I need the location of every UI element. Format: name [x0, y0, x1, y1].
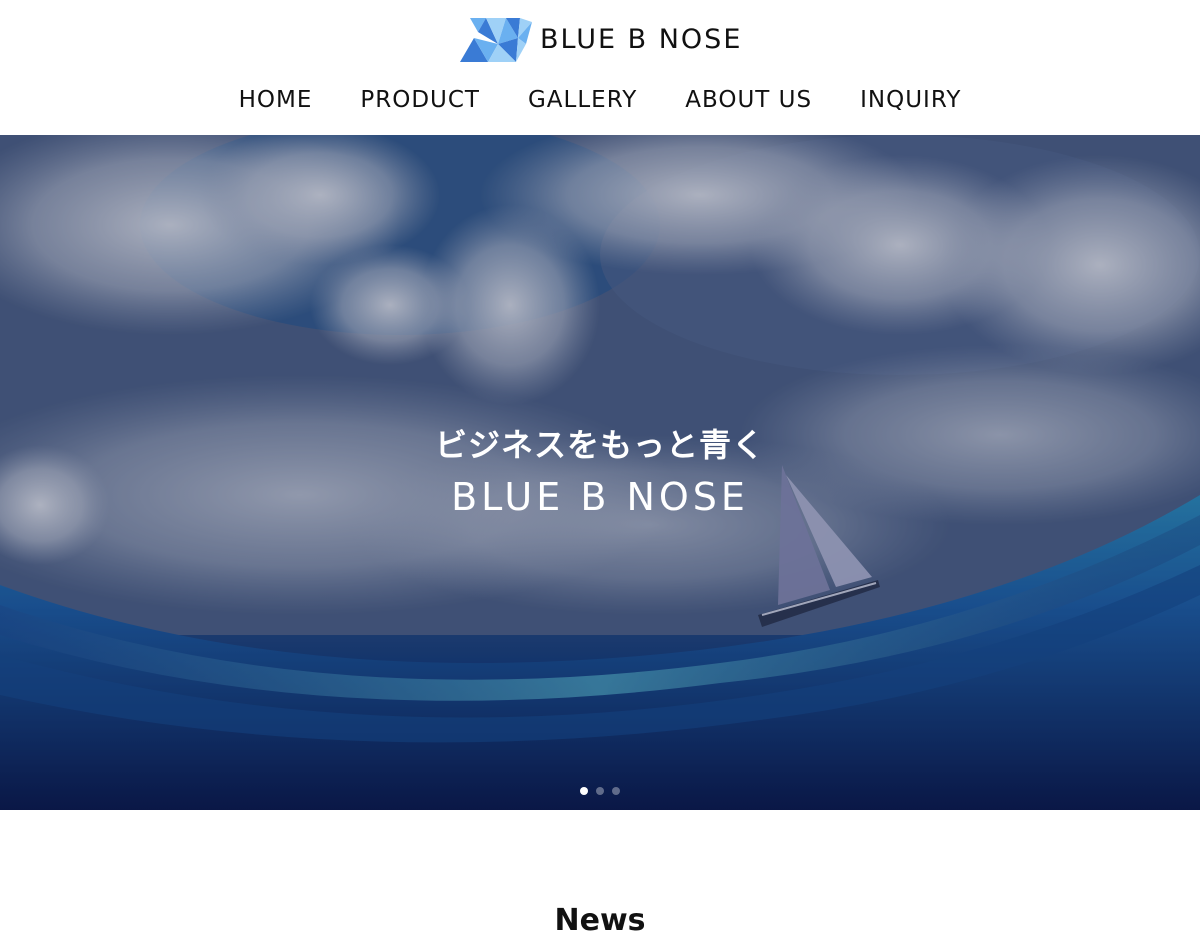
slider-dot-2[interactable]	[596, 787, 604, 795]
hero-overlay	[0, 135, 1200, 810]
nav-item-gallery[interactable]: GALLERY	[528, 87, 637, 113]
slider-dot-3[interactable]	[612, 787, 620, 795]
nav-item-about-us[interactable]: ABOUT US	[685, 87, 812, 113]
hero-tagline: ビジネスをもっと青く	[434, 426, 765, 464]
main-nav: HOME PRODUCT GALLERY ABOUT US INQUIRY	[0, 80, 1200, 120]
nav-item-product[interactable]: PRODUCT	[360, 87, 480, 113]
slider-dots	[0, 787, 1200, 795]
slider-dot-1[interactable]	[580, 787, 588, 795]
hero-title: BLUE B NOSE	[451, 475, 749, 519]
nav-item-inquiry[interactable]: INQUIRY	[860, 87, 961, 113]
nav-item-home[interactable]: HOME	[239, 87, 313, 113]
news-heading: News	[554, 902, 646, 938]
hero-slider[interactable]: ビジネスをもっと青く BLUE B NOSE	[0, 135, 1200, 810]
logo[interactable]: BLUE B NOSE	[460, 17, 742, 63]
logo-mark-icon	[460, 18, 532, 62]
logo-text: BLUE B NOSE	[540, 24, 743, 55]
site-header: BLUE B NOSE HOME PRODUCT GALLERY ABOUT U…	[0, 0, 1200, 135]
